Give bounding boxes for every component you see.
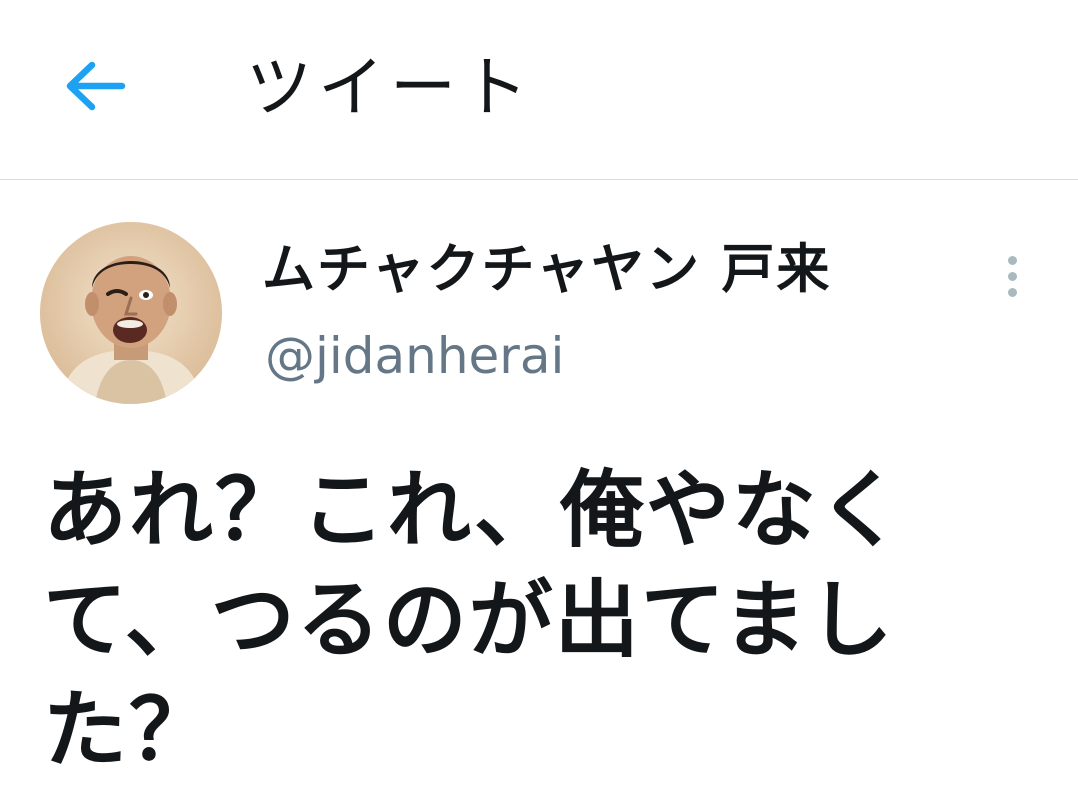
tweet-text: あれ？これ、俺やなくて、つるのが出てました？ — [43, 461, 904, 779]
profile-photo — [40, 222, 222, 404]
author-handle[interactable]: @jidanherai — [265, 325, 564, 387]
vertical-dots-icon — [1007, 271, 1017, 281]
avatar[interactable] — [40, 222, 222, 404]
back-button[interactable] — [55, 52, 135, 120]
top-app-bar: ツイート — [0, 0, 1078, 180]
vertical-dots-icon — [1007, 255, 1017, 265]
page-title: ツイート — [246, 49, 534, 126]
vertical-dots-icon — [1007, 287, 1017, 297]
more-options-button[interactable] — [990, 248, 1034, 304]
arrow-left-icon — [66, 61, 126, 111]
author-display-name[interactable]: ムチャクチャヤン 戸来 — [262, 238, 831, 302]
